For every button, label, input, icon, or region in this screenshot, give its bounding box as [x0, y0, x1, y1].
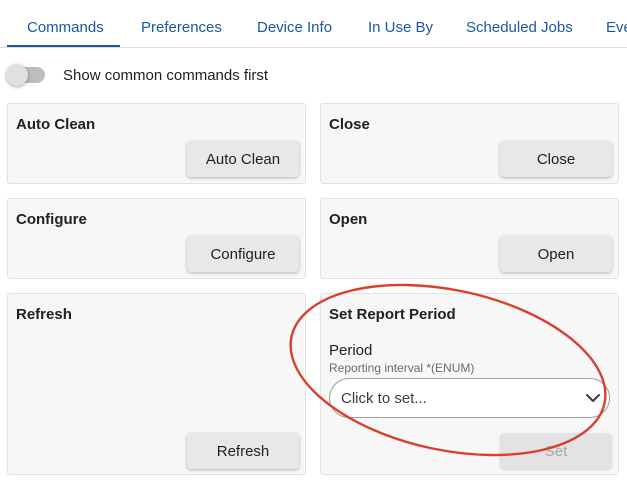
toggle-knob[interactable]	[6, 64, 28, 86]
close-button[interactable]: Close	[500, 141, 612, 177]
command-title: Auto Clean	[16, 116, 96, 133]
tab-preferences[interactable]: Preferences	[141, 0, 222, 47]
command-card-auto-clean: Auto Clean Auto Clean	[7, 103, 306, 184]
command-card-configure: Configure Configure	[7, 198, 306, 279]
common-commands-toggle[interactable]	[6, 64, 45, 86]
open-button[interactable]: Open	[500, 236, 612, 272]
chevron-down-icon	[586, 394, 600, 402]
period-select[interactable]: Click to set...	[329, 378, 610, 418]
command-title: Configure	[16, 211, 87, 228]
tab-scheduled-jobs[interactable]: Scheduled Jobs	[466, 0, 573, 47]
command-card-open: Open Open	[320, 198, 619, 279]
auto-clean-button[interactable]: Auto Clean	[187, 141, 299, 177]
configure-button[interactable]: Configure	[187, 236, 299, 272]
active-tab-indicator	[7, 45, 120, 47]
command-card-set-report-period: Set Report Period Period Reporting inter…	[320, 293, 619, 475]
tab-bar: Commands Preferences Device Info In Use …	[0, 0, 627, 48]
period-select-value: Click to set...	[341, 390, 427, 407]
tab-device-info[interactable]: Device Info	[257, 0, 332, 47]
command-title: Set Report Period	[329, 306, 456, 323]
command-card-close: Close Close	[320, 103, 619, 184]
refresh-button[interactable]: Refresh	[187, 433, 299, 469]
tab-in-use-by[interactable]: In Use By	[368, 0, 433, 47]
command-card-refresh: Refresh Refresh	[7, 293, 306, 475]
command-title: Refresh	[16, 306, 72, 323]
command-title: Open	[329, 211, 368, 228]
set-button[interactable]: Set	[500, 433, 612, 469]
toggle-label: Show common commands first	[63, 67, 269, 84]
tab-commands[interactable]: Commands	[27, 0, 104, 47]
period-label: Period	[329, 342, 373, 359]
period-hint: Reporting interval *(ENUM)	[329, 361, 475, 375]
command-title: Close	[329, 116, 370, 133]
tab-events[interactable]: Eve	[606, 0, 627, 47]
